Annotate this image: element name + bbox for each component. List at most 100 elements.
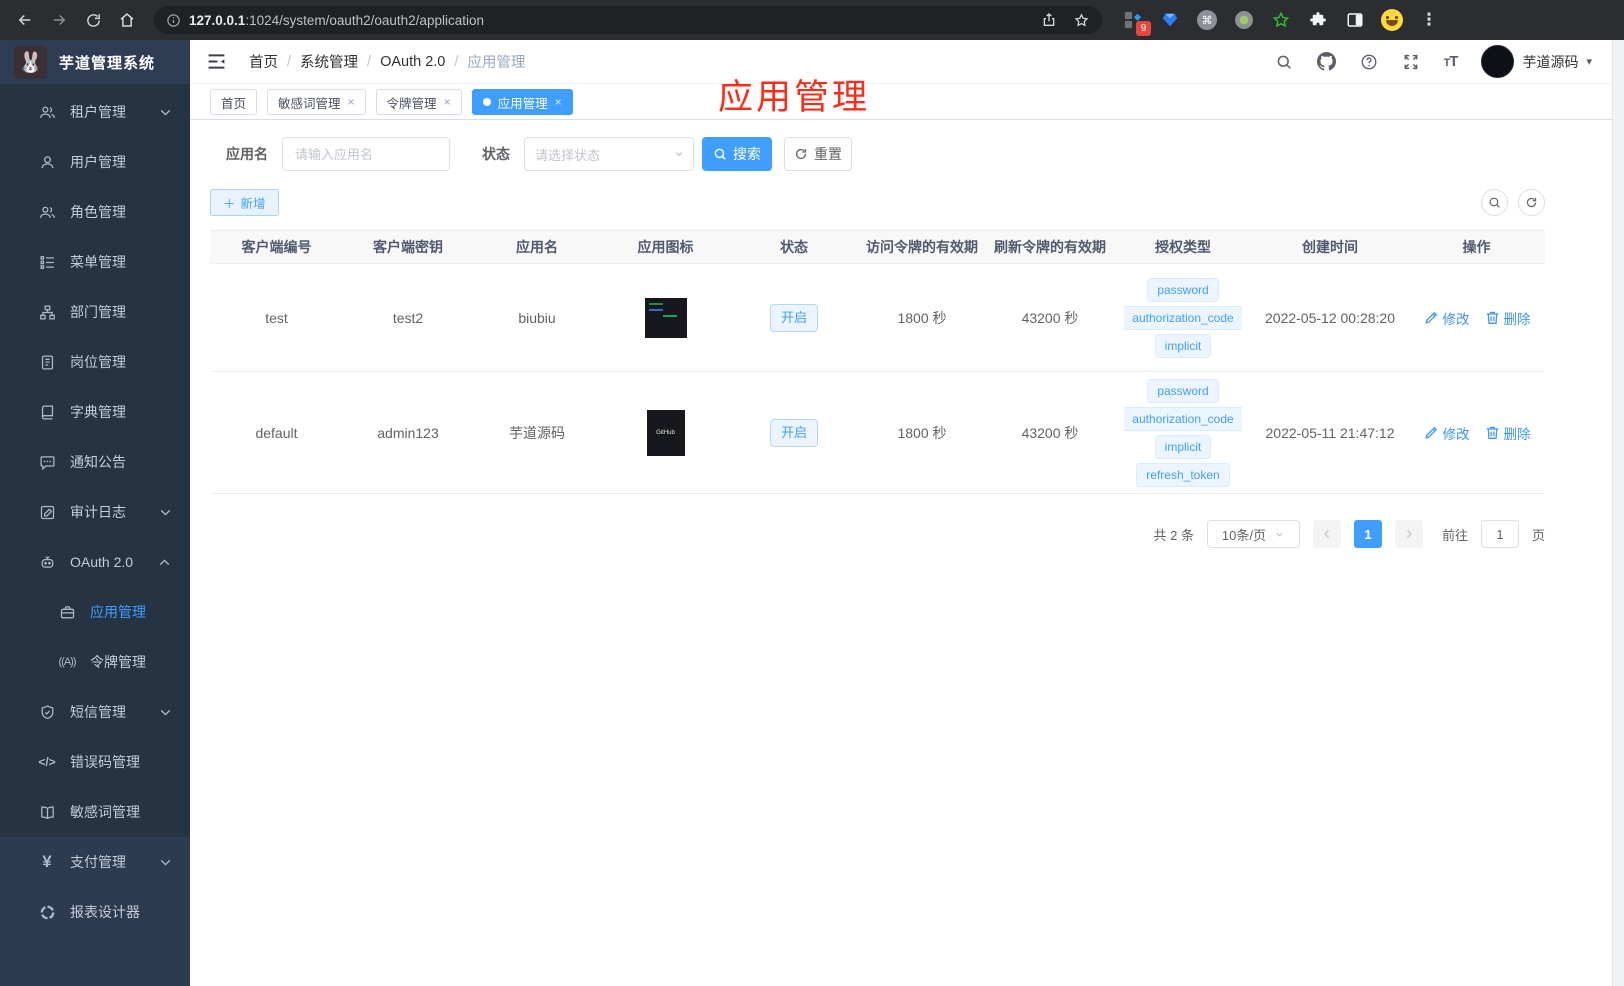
message-icon [38,454,56,471]
fullscreen-icon[interactable] [1402,53,1420,71]
topbar: 首页 / 系统管理 / OAuth 2.0 / 应用管理 TT 芋道源码 ▾ [190,40,1612,84]
site-info-icon[interactable] [166,13,181,28]
idbadge-icon [38,354,56,371]
sidebar-item-oauth2[interactable]: OAuth 2.0 [0,537,190,587]
sidebar-item-sms[interactable]: 短信管理 [0,687,190,737]
tab-应用管理[interactable]: 应用管理 × [471,89,573,115]
address-bar[interactable]: 127.0.0.1:1024/system/oauth2/oauth2/appl… [154,6,1102,34]
side-panel-icon[interactable] [1344,9,1366,31]
delete-label: 删除 [1503,426,1531,442]
sidebar-item-dept[interactable]: 部门管理 [0,287,190,337]
cell-client-secret: admin123 [377,424,439,441]
tab-令牌管理[interactable]: 令牌管理 × [375,89,462,115]
next-page-button[interactable] [1394,520,1423,548]
sidebar-item-role[interactable]: 角色管理 [0,187,190,237]
bookmark-star-icon[interactable] [1073,12,1090,29]
breadcrumb-separator: / [287,53,292,70]
extension-gem-icon[interactable] [1159,9,1181,31]
pencil-icon [1423,309,1440,326]
close-tab-icon[interactable]: × [348,95,355,109]
breadcrumb-system[interactable]: 系统管理 [300,51,358,72]
edit-link[interactable]: 修改 [1423,308,1470,328]
help-icon[interactable] [1360,53,1378,71]
browser-home-button[interactable] [112,5,142,35]
tab-敏感词管理[interactable]: 敏感词管理 × [267,89,366,115]
extension-recorder-icon[interactable] [1233,9,1255,31]
refresh-table-button[interactable] [1518,189,1545,216]
tab-首页[interactable]: 首页 [210,89,258,115]
close-tab-icon[interactable]: × [555,95,562,109]
grant-type-tag: authorization_code [1124,305,1242,330]
sidebar-menu: 租户管理 用户管理 角色管理 菜单管理 部门管理岗位管理字典管理通知公告 审计日志 OAut… [0,84,190,937]
sidebar-item-audit-log[interactable]: 审计日志 [0,487,190,537]
sidebar-item-pay[interactable]: ¥ 支付管理 [0,837,190,887]
sidebar-item-sensitive-word[interactable]: 敏感词管理 [0,787,190,837]
app-logo[interactable]: 🐰 芋道管理系统 [0,40,190,84]
extension-star-icon[interactable] [1270,9,1292,31]
sidebar-item-post[interactable]: 岗位管理 [0,337,190,387]
cell-app-name: 芋道源码 [509,424,565,441]
cell-grant-types: password authorization_code implicit [1114,276,1252,360]
status-select-placeholder: 请选择状态 [535,147,601,163]
sidebar: 🐰 芋道管理系统 租户管理 用户管理 角色管理 菜单管理 部门管理岗位管理字典管理通知公… [0,40,190,986]
pencil-icon [1423,424,1440,441]
sidebar-item-label: 字典管理 [70,404,126,420]
edit-link[interactable]: 修改 [1423,423,1470,443]
status-select[interactable]: 请选择状态 [524,137,694,171]
sidebar-item-oauth2-application[interactable]: 应用管理 [0,587,190,637]
profile-avatar-icon[interactable] [1381,9,1403,31]
page-scrollbar[interactable] [1612,40,1624,986]
search-icon[interactable] [1275,53,1293,71]
browser-menu-icon[interactable]: ⋮ [1418,9,1440,31]
cell-created-at: 2022-05-12 00:28:20 [1265,309,1395,326]
sidebar-item-user[interactable]: 用户管理 [0,137,190,187]
browser-reload-button[interactable] [78,5,108,35]
github-icon[interactable] [1316,52,1336,71]
sidebar-item-menu[interactable]: 菜单管理 [0,237,190,287]
breadcrumb-home[interactable]: 首页 [249,51,278,72]
browser-back-button[interactable] [10,5,40,35]
sidebar-item-label: 岗位管理 [70,354,126,370]
delete-link[interactable]: 删除 [1484,308,1531,328]
font-size-icon[interactable]: TT [1444,53,1459,70]
sidebar-item-notice[interactable]: 通知公告 [0,437,190,487]
toggle-search-button[interactable] [1481,189,1508,216]
app-name-input[interactable] [282,137,450,171]
sidebar-item-report-designer[interactable]: 报表设计器 [0,887,190,937]
goto-page-input[interactable] [1480,520,1519,548]
user-avatar [1481,45,1515,78]
collapse-sidebar-icon[interactable] [206,51,227,72]
page-size-select[interactable]: 10条/页 [1206,520,1300,548]
extensions-puzzle-icon[interactable] [1307,9,1329,31]
breadcrumb-oauth2[interactable]: OAuth 2.0 [380,54,445,70]
page-number-1[interactable]: 1 [1353,520,1382,548]
cell-access-token-validity: 1800 秒 [897,424,947,441]
column-header: 访问令牌的有效期 [866,239,978,255]
delete-link[interactable]: 删除 [1484,423,1531,443]
sidebar-item-error-code[interactable]: </> 错误码管理 [0,737,190,787]
extension-command-icon[interactable]: ⌘ [1196,9,1218,31]
add-button-label: 新增 [240,197,266,211]
sidebar-item-oauth2-token[interactable]: ((A)) 令牌管理 [0,637,190,687]
user-menu[interactable]: 芋道源码 ▾ [1481,45,1592,78]
sidebar-item-label: 应用管理 [90,604,146,620]
sidebar-item-tenant[interactable]: 租户管理 [0,87,190,137]
sidebar-item-label: 令牌管理 [90,654,146,670]
add-button[interactable]: ＋ 新增 [210,189,279,216]
code-icon: </> [38,755,56,769]
grant-type-tag: implicit [1154,333,1212,358]
extension-tampermonkey-icon[interactable]: 9 [1122,9,1151,36]
share-icon[interactable] [1041,12,1057,28]
browser-forward-button[interactable] [44,5,74,35]
app-icon-image: GitHub [646,409,685,456]
column-header: 客户端密钥 [373,239,443,255]
close-tab-icon[interactable]: × [444,95,451,109]
search-button[interactable]: 搜索 [702,137,772,171]
book-icon [38,404,56,421]
sidebar-item-dict[interactable]: 字典管理 [0,387,190,437]
breadcrumb-separator: / [367,53,372,70]
reset-button[interactable]: 重置 [784,137,852,171]
editlog-icon [38,504,56,521]
reset-button-label: 重置 [814,146,842,162]
prev-page-button[interactable] [1312,520,1341,548]
